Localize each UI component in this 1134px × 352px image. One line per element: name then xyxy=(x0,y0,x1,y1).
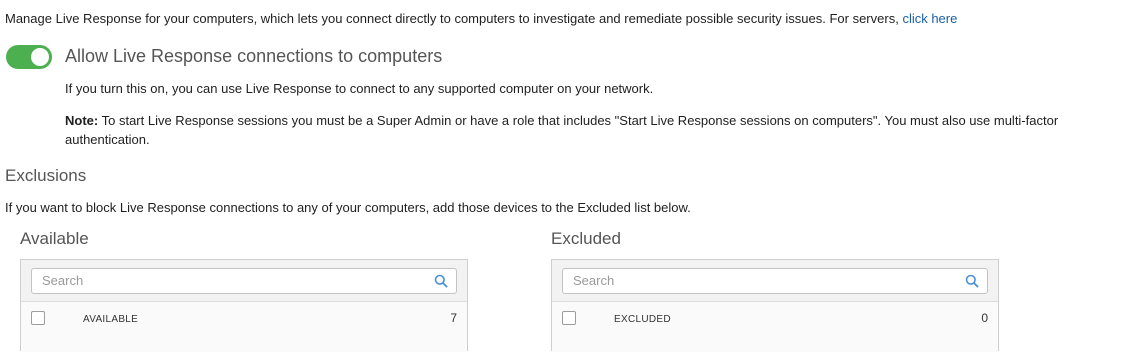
note-body: To start Live Response sessions you must… xyxy=(65,113,1059,147)
excluded-count: 0 xyxy=(981,311,988,325)
excluded-search-input[interactable] xyxy=(571,272,955,289)
available-panel: AVAILABLE 7 xyxy=(20,259,468,352)
excluded-heading: Excluded xyxy=(551,229,621,248)
exclusions-description: If you want to block Live Response conne… xyxy=(5,200,691,215)
excluded-select-all-checkbox[interactable] xyxy=(562,311,576,325)
available-search-box xyxy=(31,268,457,294)
available-count: 7 xyxy=(450,311,457,325)
live-response-toggle[interactable] xyxy=(6,45,52,69)
search-icon[interactable] xyxy=(965,274,979,288)
search-icon[interactable] xyxy=(434,274,448,288)
note-label: Note: xyxy=(65,113,99,128)
toggle-knob xyxy=(31,48,49,66)
available-list-header: AVAILABLE 7 xyxy=(21,301,467,352)
intro-sentence: Manage Live Response for your computers,… xyxy=(5,11,899,26)
available-select-all-checkbox[interactable] xyxy=(31,311,45,325)
servers-click-here-link[interactable]: click here xyxy=(902,11,957,26)
intro-text: Manage Live Response for your computers,… xyxy=(5,11,957,26)
toggle-description: If you turn this on, you can use Live Re… xyxy=(65,81,654,96)
excluded-search-box xyxy=(562,268,988,294)
excluded-column-label: EXCLUDED xyxy=(614,314,671,325)
available-heading: Available xyxy=(20,229,89,248)
available-column-label: AVAILABLE xyxy=(83,314,139,325)
toggle-label: Allow Live Response connections to compu… xyxy=(65,46,443,66)
available-search-input[interactable] xyxy=(40,272,424,289)
exclusions-heading: Exclusions xyxy=(5,166,87,185)
excluded-panel: EXCLUDED 0 xyxy=(551,259,999,352)
note-text: Note: To start Live Response sessions yo… xyxy=(65,111,1125,149)
excluded-list-header: EXCLUDED 0 xyxy=(552,301,998,352)
